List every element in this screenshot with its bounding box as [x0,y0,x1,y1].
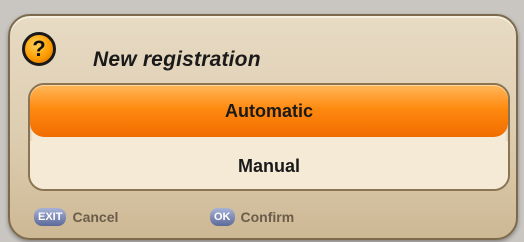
options-list: Automatic Manual [28,83,510,191]
cancel-hint[interactable]: EXIT Cancel [34,208,118,226]
cancel-label: Cancel [72,209,119,225]
option-automatic[interactable]: Automatic [30,85,508,137]
confirm-hint[interactable]: OK Confirm [210,208,294,226]
exit-key-icon: EXIT [34,208,67,226]
help-icon: ? [22,32,56,66]
dialog-title: New registration [93,48,261,71]
ok-key-icon: OK [210,208,235,226]
confirm-label: Confirm [240,209,295,225]
option-manual[interactable]: Manual [30,141,508,189]
